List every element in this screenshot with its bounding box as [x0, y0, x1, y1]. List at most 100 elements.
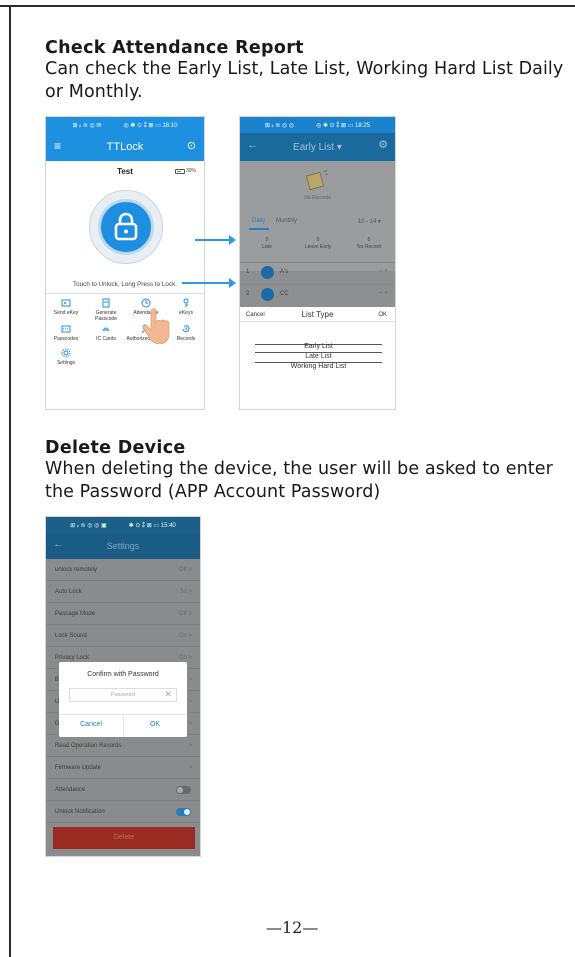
settings-gear-icon[interactable]: ⚙ — [378, 138, 388, 151]
setting-value: On > — [178, 633, 192, 639]
date-selector[interactable]: 10 - 14 ▾ — [358, 218, 381, 225]
setting-row[interactable]: Firmware Update > — [46, 757, 200, 779]
setting-value: > — [188, 721, 192, 727]
tab-daily[interactable]: Daily — [252, 218, 265, 224]
status-right: ◎ ✱ ⊙ ⁑ ⊠ ▭ 16:10 — [123, 122, 178, 129]
picker-ok-button[interactable]: OK — [378, 312, 387, 318]
password-placeholder: Password — [110, 692, 136, 698]
stat-late: 0 Late — [242, 237, 292, 251]
list-type-picker: Cancel List Type OK Early List Late List… — [240, 307, 395, 409]
ic-cards-item[interactable]: IC Cards — [86, 324, 126, 342]
back-arrow-icon[interactable]: ← — [53, 538, 64, 550]
passcodes-icon — [61, 325, 71, 333]
ic-card-icon — [102, 327, 110, 332]
notification-toggle[interactable] — [176, 808, 191, 816]
battery-level: 30% — [185, 168, 196, 174]
setting-value: > — [188, 699, 192, 705]
setting-row[interactable]: Auto Lock 5s > — [46, 581, 200, 603]
stat-label: Leave Early — [304, 244, 332, 250]
page-number: —12— — [266, 918, 319, 937]
stat-value: 0 — [316, 237, 320, 243]
setting-value: On > — [178, 655, 192, 661]
setting-label: Unlock Notification — [55, 809, 105, 815]
picker-option-early[interactable]: Early List — [255, 343, 382, 350]
scan-icon[interactable]: ⊙ — [187, 139, 196, 152]
records-icon — [182, 325, 190, 333]
menu-label: eKeys — [179, 310, 193, 316]
setting-label: Passage Mode — [55, 611, 96, 617]
section-body-delete: When deleting the device, the user will … — [45, 459, 553, 502]
tab-underline — [249, 228, 269, 230]
period-tabs: Daily Monthly 10 - 14 ▾ — [240, 214, 395, 230]
picker-option-late[interactable]: Late List — [255, 353, 382, 360]
picker-title: List Type — [301, 310, 334, 319]
passcode-generate-icon — [102, 298, 110, 308]
attendance-toggle[interactable] — [176, 786, 191, 794]
padlock-circle — [98, 199, 154, 255]
app-title: TTLock — [106, 141, 144, 153]
left-rule — [9, 5, 11, 957]
passcodes-item[interactable]: Passcodes — [46, 324, 86, 342]
setting-row[interactable]: Lock Sound On > — [46, 625, 200, 647]
menu-label: IC Cards — [96, 336, 116, 342]
generate-passcode-item[interactable]: Generate Passcode — [86, 298, 126, 322]
setting-value: > — [188, 743, 192, 749]
row-value: - › — [379, 290, 387, 296]
list-title[interactable]: Early List ▾ — [293, 142, 342, 153]
divider — [46, 293, 204, 294]
section-body-attendance: Can check the Early List, Late List, Wor… — [45, 59, 564, 102]
setting-row[interactable]: Passage Mode Off > — [46, 603, 200, 625]
padlock-icon — [114, 212, 138, 241]
setting-label: Firmware Update — [55, 765, 102, 771]
setting-value: 5s > — [180, 589, 192, 595]
dialog-cancel-button[interactable]: Cancel — [59, 721, 123, 728]
row-value: - › — [379, 268, 387, 274]
setting-row[interactable]: unlock remotely Off > — [46, 559, 200, 581]
arrow-to-early-list — [195, 235, 236, 245]
stat-value: 0 — [367, 237, 371, 243]
list-item[interactable]: 2 CC - › — [240, 284, 395, 304]
top-rule — [0, 5, 575, 7]
status-left: ⊞ ᵢₗ ≋ ◎ ◎ — [264, 122, 295, 129]
delete-button[interactable]: Delete — [53, 827, 195, 849]
stat-leave-early: 0 Leave Early — [293, 237, 343, 251]
confirm-password-dialog: Confirm with Password Password ✕ Cancel … — [59, 662, 187, 737]
password-input[interactable]: Password ✕ — [69, 688, 177, 702]
setting-value: > — [188, 765, 192, 771]
avatar — [261, 288, 274, 301]
row-number: 2 — [246, 291, 250, 297]
row-name: A's — [280, 269, 289, 275]
section-title-attendance: Check Attendance Report — [45, 38, 304, 58]
battery-icon — [174, 168, 185, 174]
status-bar: ⊞ ᵢₗ ≋ ◎ ◎ ▣ ✱ ⊙ ⁑ ⊠ ▭ 15:40 — [46, 517, 200, 533]
stat-value: 0 — [265, 237, 269, 243]
setting-value: Off > — [178, 611, 192, 617]
status-bar: ⊞ ᵢₗ ≋ ◎ ◎ ◎ ✱ ⊙ ⁑ ⊠ ▭ 18:25 — [240, 117, 395, 133]
unlock-button[interactable] — [89, 190, 163, 264]
clear-icon[interactable]: ✕ — [164, 688, 172, 700]
menu-label: Send eKey — [53, 310, 79, 316]
tab-monthly[interactable]: Monthly — [276, 218, 297, 224]
setting-label: Attendance — [55, 787, 86, 793]
phone-screenshot-ttlock-home: ⊞ ᵢₗ ≋ ◎ ✉ ◎ ✱ ⊙ ⁑ ⊠ ▭ 16:10 ≡ TTLock ⊙ … — [45, 116, 205, 410]
ekeys-icon — [183, 298, 189, 307]
send-ekey-item[interactable]: Send eKey — [46, 298, 86, 316]
touch-instruction: Touch to Unlock, Long Press to Lock. — [73, 281, 177, 288]
notification-row: Unlock Notification — [46, 801, 200, 823]
row-value-text: - — [379, 268, 382, 274]
list-item[interactable]: 1 A's - › — [240, 262, 395, 282]
menu-label: Settings — [56, 360, 76, 366]
status-right: ◎ ✱ ⊙ ⁑ ⊠ ▭ 18:25 — [316, 122, 371, 129]
no-records-icon — [305, 169, 329, 191]
settings-item[interactable]: Settings — [46, 348, 86, 366]
back-arrow-icon[interactable]: ← — [247, 139, 258, 151]
dialog-ok-button[interactable]: OK — [123, 721, 187, 728]
setting-value: > — [188, 677, 192, 683]
setting-label: Auto Lock — [55, 589, 82, 595]
phone-screenshot-settings: ⊞ ᵢₗ ≋ ◎ ◎ ▣ ✱ ⊙ ⁑ ⊠ ▭ 15:40 ← Settings … — [45, 516, 201, 857]
dialog-title: Confirm with Password — [87, 671, 159, 678]
setting-row[interactable]: Read Operation Records > — [46, 735, 200, 757]
menu-icon[interactable]: ≡ — [54, 139, 61, 153]
picker-option-working-hard[interactable]: Working Hard List — [255, 363, 382, 370]
picker-header: Cancel List Type OK — [240, 307, 395, 322]
